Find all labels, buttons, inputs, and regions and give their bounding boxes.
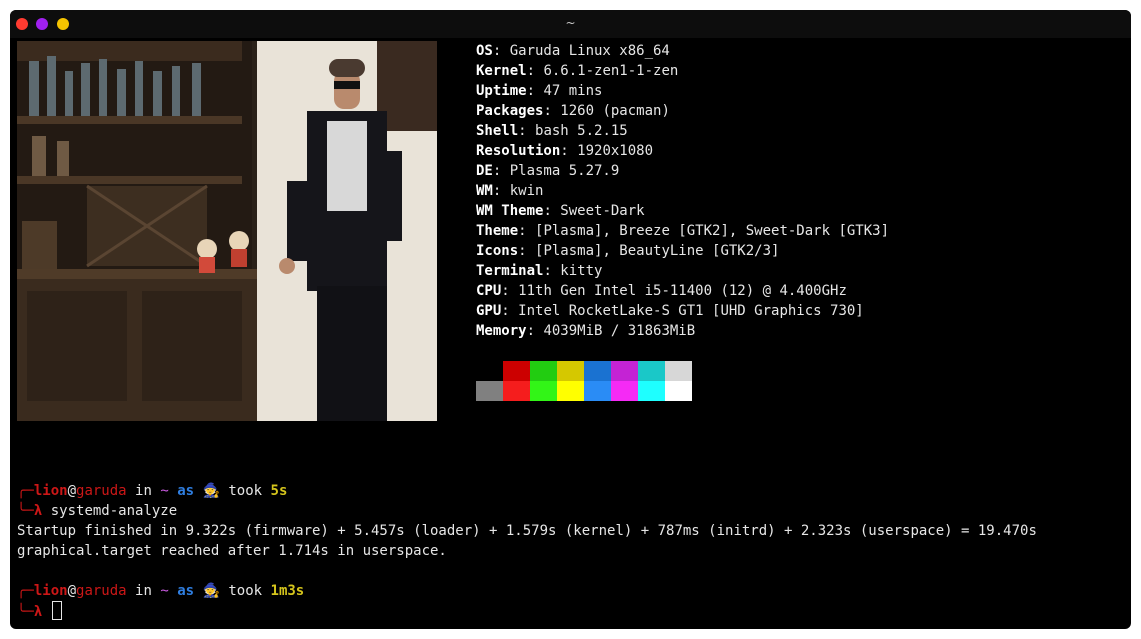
color-swatch-normal-4 <box>584 361 611 381</box>
prompt-dir: ~ <box>160 583 169 599</box>
color-swatch-bright-5 <box>611 381 638 401</box>
info-terminal: Terminal: kitty <box>476 263 603 279</box>
prompt-user: lion <box>33 483 68 499</box>
wizard-icon: 🧙 <box>202 483 220 499</box>
command-text: systemd-analyze <box>50 503 178 519</box>
color-swatch-normal-7 <box>665 361 692 381</box>
info-os: OS: Garuda Linux x86_64 <box>476 43 670 59</box>
command-line-2[interactable]: ╰─λ <box>17 601 62 621</box>
color-swatch-normal-5 <box>611 361 638 381</box>
prompt-duration: 5s <box>270 483 288 499</box>
color-swatch-bright-6 <box>638 381 665 401</box>
info-icons: Icons: [Plasma], BeautyLine [GTK2/3] <box>476 243 780 259</box>
info-gpu: GPU: Intel RocketLake-S GT1 [UHD Graphic… <box>476 303 864 319</box>
color-swatch-normal-3 <box>557 361 584 381</box>
color-swatch-normal-1 <box>503 361 530 381</box>
info-kernel: Kernel: 6.6.1-zen1-1-zen <box>476 63 679 79</box>
lambda-icon: λ <box>33 604 43 620</box>
terminal-content[interactable]: OS: Garuda Linux x86_64 Kernel: 6.6.1-ze… <box>10 38 1131 629</box>
prompt-line-2: ╭─lion@garuda in ~ as 🧙 took 1m3s <box>17 583 305 599</box>
output-line-1: Startup finished in 9.322s (firmware) + … <box>17 523 1037 539</box>
neofetch-photo <box>17 41 437 421</box>
color-palette <box>476 361 692 401</box>
color-swatch-bright-4 <box>584 381 611 401</box>
prompt-duration: 1m3s <box>270 583 305 599</box>
color-swatch-bright-2 <box>530 381 557 401</box>
prompt-user: lion <box>33 583 68 599</box>
color-swatch-normal-6 <box>638 361 665 381</box>
info-cpu: CPU: 11th Gen Intel i5-11400 (12) @ 4.40… <box>476 283 847 299</box>
info-de: DE: Plasma 5.27.9 <box>476 163 620 179</box>
lambda-icon: λ <box>33 503 43 519</box>
color-swatch-normal-0 <box>476 361 503 381</box>
color-swatch-bright-7 <box>665 381 692 401</box>
info-shell: Shell: bash 5.2.15 <box>476 123 628 139</box>
prompt-host: garuda <box>76 583 127 599</box>
prompt-line-1: ╭─lion@garuda in ~ as 🧙 took 5s <box>17 483 288 499</box>
system-info: OS: Garuda Linux x86_64 Kernel: 6.6.1-ze… <box>476 41 1116 341</box>
info-packages: Packages: 1260 (pacman) <box>476 103 670 119</box>
prompt-host: garuda <box>76 483 127 499</box>
prompt-dir: ~ <box>160 483 169 499</box>
text-cursor <box>51 601 62 620</box>
info-resolution: Resolution: 1920x1080 <box>476 143 654 159</box>
command-line-1: ╰─λ systemd-analyze <box>17 503 178 519</box>
color-swatch-bright-0 <box>476 381 503 401</box>
info-uptime: Uptime: 47 mins <box>476 83 603 99</box>
info-memory: Memory: 4039MiB / 31863MiB <box>476 323 696 339</box>
info-theme: Theme: [Plasma], Breeze [GTK2], Sweet-Da… <box>476 223 890 239</box>
color-swatch-normal-2 <box>530 361 557 381</box>
color-swatch-bright-1 <box>503 381 530 401</box>
output-line-2: graphical.target reached after 1.714s in… <box>17 543 447 559</box>
terminal-window: ~ OS: Garuda Linux x86_64 Kernel: 6.6.1-… <box>10 10 1131 629</box>
info-wm: WM: kwin <box>476 183 544 199</box>
color-swatch-bright-3 <box>557 381 584 401</box>
window-title: ~ <box>565 16 576 30</box>
info-wm-theme: WM Theme: Sweet-Dark <box>476 203 645 219</box>
title-bar: ~ <box>10 10 1131 38</box>
wizard-icon: 🧙 <box>202 583 220 599</box>
